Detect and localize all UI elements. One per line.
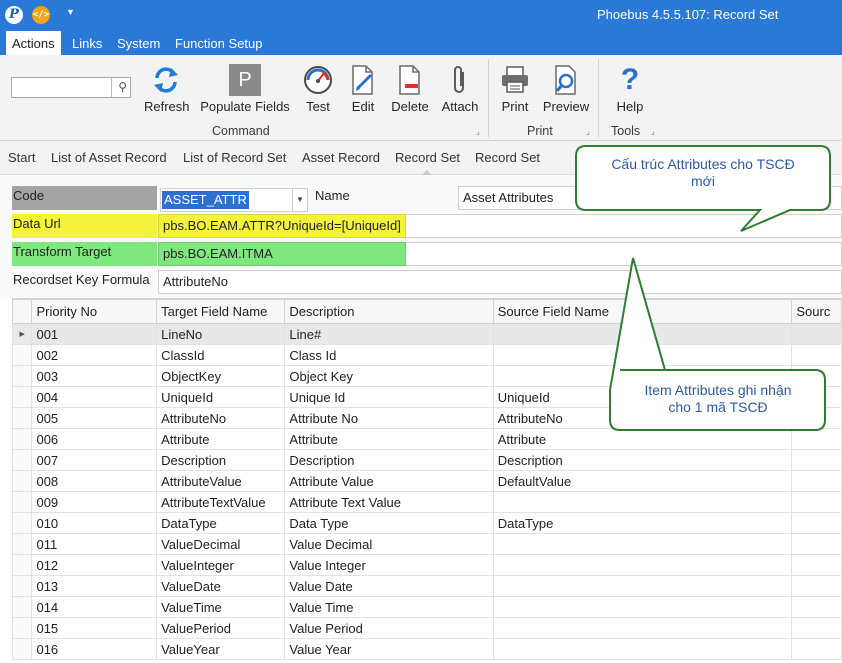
callout-top-text: Cấu trúc Attributes cho TSCĐ mới (578, 156, 828, 190)
callout-top-line2: mới (691, 173, 715, 189)
callout-bottom-line2: cho 1 mã TSCĐ (668, 399, 768, 415)
callout-bottom-text: Item Attributes ghi nhận cho 1 mã TSCĐ (612, 382, 824, 416)
callout-bottom-line1: Item Attributes ghi nhận (644, 382, 792, 398)
callout-arrows (575, 145, 831, 431)
callout-top-line1: Cấu trúc Attributes cho TSCĐ (611, 156, 795, 172)
